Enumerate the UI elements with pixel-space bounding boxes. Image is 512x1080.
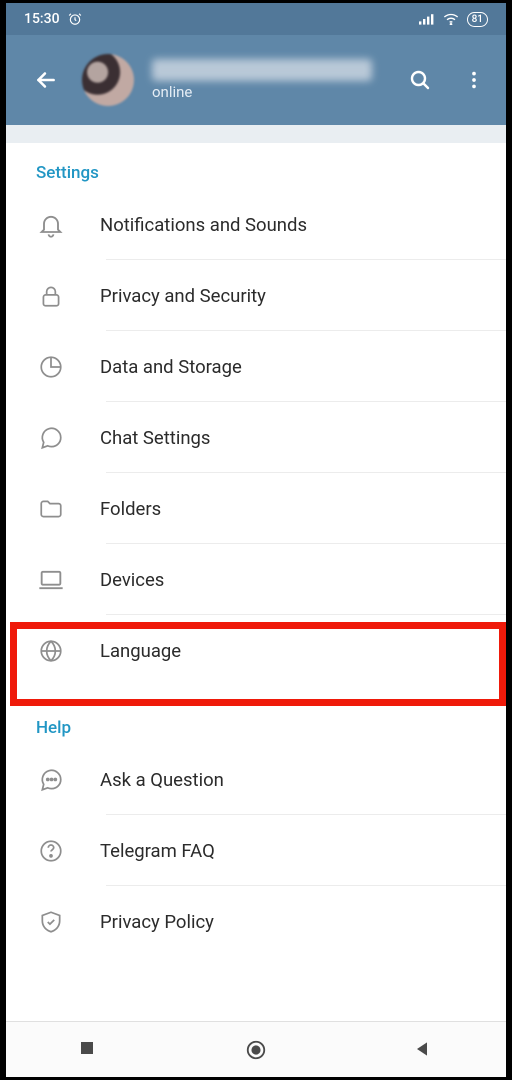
row-label: Privacy and Security	[100, 285, 266, 307]
row-label: Folders	[100, 498, 161, 520]
pie-chart-icon	[36, 352, 66, 382]
clock-text: 15:30	[24, 11, 60, 27]
home-button[interactable]	[245, 1039, 267, 1061]
laptop-icon	[36, 565, 66, 595]
more-menu-button[interactable]	[456, 62, 492, 98]
settings-item-folders[interactable]: Folders	[6, 473, 506, 544]
back-nav-button[interactable]	[412, 1039, 434, 1061]
help-item-faq[interactable]: Telegram FAQ	[6, 815, 506, 886]
lock-icon	[36, 281, 66, 311]
profile-header: online	[6, 35, 506, 125]
row-label: Telegram FAQ	[100, 840, 215, 862]
signal-icon	[419, 13, 435, 25]
section-title-help: Help	[6, 698, 506, 744]
avatar[interactable]	[82, 54, 134, 106]
row-label: Data and Storage	[100, 356, 242, 378]
settings-scroll[interactable]: Settings Notifications and Sounds Privac…	[6, 143, 506, 1021]
section-title-settings: Settings	[6, 143, 506, 189]
folder-icon	[36, 494, 66, 524]
settings-item-chat[interactable]: Chat Settings	[6, 402, 506, 473]
battery-indicator: 81	[467, 12, 488, 27]
chat-bubble-icon	[36, 423, 66, 453]
profile-status: online	[152, 83, 384, 101]
profile-name-blurred	[152, 59, 372, 81]
chat-dots-icon	[36, 765, 66, 795]
globe-icon	[36, 636, 66, 666]
settings-item-devices[interactable]: Devices	[6, 544, 506, 615]
row-label: Ask a Question	[100, 769, 224, 791]
alarm-icon	[68, 12, 82, 26]
row-label: Language	[100, 640, 181, 662]
recent-apps-button[interactable]	[78, 1039, 100, 1061]
question-circle-icon	[36, 836, 66, 866]
settings-item-privacy[interactable]: Privacy and Security	[6, 260, 506, 331]
help-item-privacy-policy[interactable]: Privacy Policy	[6, 886, 506, 957]
bell-icon	[36, 210, 66, 240]
help-item-ask-question[interactable]: Ask a Question	[6, 744, 506, 815]
shield-check-icon	[36, 907, 66, 937]
back-button[interactable]	[28, 62, 64, 98]
status-bar: 15:30 81	[6, 3, 506, 35]
search-button[interactable]	[402, 62, 438, 98]
settings-item-language[interactable]: Language	[6, 615, 506, 686]
system-nav-bar	[6, 1021, 506, 1077]
row-label: Devices	[100, 569, 164, 591]
row-label: Privacy Policy	[100, 911, 214, 933]
settings-item-data-storage[interactable]: Data and Storage	[6, 331, 506, 402]
section-divider	[6, 125, 506, 143]
device-frame: 15:30 81 online	[0, 0, 512, 1080]
row-label: Chat Settings	[100, 427, 211, 449]
settings-item-notifications[interactable]: Notifications and Sounds	[6, 189, 506, 260]
row-label: Notifications and Sounds	[100, 214, 307, 236]
wifi-icon	[443, 13, 459, 25]
